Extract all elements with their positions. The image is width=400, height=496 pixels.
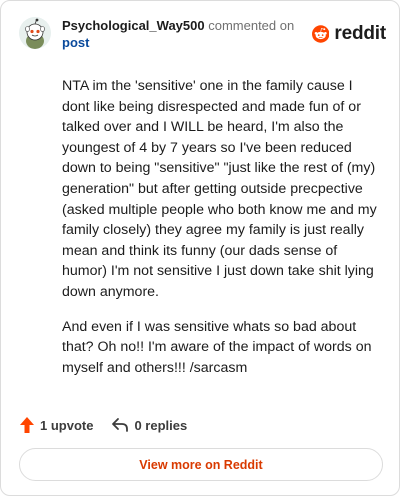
- reddit-logo-icon: [312, 25, 330, 43]
- comment-body: NTA im the 'sensitive' one in the family…: [62, 76, 378, 392]
- comment-meta: Psychological_Way500 commented on post: [62, 17, 312, 51]
- commented-on-text: commented on: [208, 18, 295, 33]
- view-more-on-reddit-button[interactable]: View more on Reddit: [19, 448, 383, 481]
- comment-paragraph: And even if I was sensitive whats so bad…: [62, 318, 372, 376]
- user-avatar-icon[interactable]: [19, 17, 51, 49]
- post-link[interactable]: post: [62, 34, 312, 51]
- reddit-wordmark: reddit: [334, 23, 386, 44]
- upvote-count: 1 upvote: [40, 417, 94, 433]
- username-link[interactable]: Psychological_Way500: [62, 18, 205, 33]
- reddit-logo[interactable]: reddit: [312, 21, 386, 47]
- comment-actions: 1 upvote 0 replies: [19, 414, 385, 436]
- replies-count: 0 replies: [134, 417, 188, 433]
- upvote-button[interactable]: 1 upvote: [19, 416, 93, 434]
- comment-header: Psychological_Way500 commented on post r…: [19, 15, 386, 57]
- reddit-comment-embed: Psychological_Way500 commented on post r…: [0, 0, 400, 496]
- reply-arrow-icon: [112, 418, 129, 432]
- upvote-arrow-icon: [20, 417, 34, 433]
- replies-button[interactable]: 0 replies: [111, 417, 187, 433]
- comment-paragraph: NTA im the 'sensitive' one in the family…: [62, 78, 377, 300]
